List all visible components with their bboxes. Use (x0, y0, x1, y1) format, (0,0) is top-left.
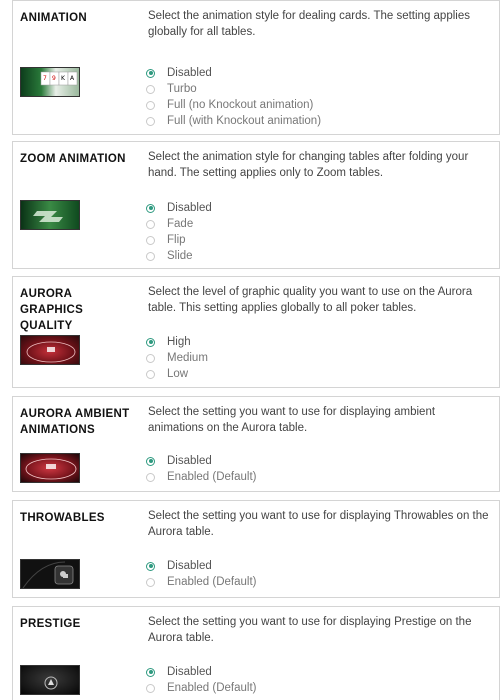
setting-description: Select the animation style for dealing c… (148, 10, 470, 38)
setting-card-aurora-ambient-animations: AURORA AMBIENT ANIMATIONS Select the set… (12, 396, 500, 492)
radio-label: Fade (167, 218, 194, 230)
radio-label: Enabled (Default) (167, 682, 257, 694)
throwables-preview-image (20, 559, 80, 589)
radio-label: Disabled (167, 202, 212, 214)
svg-text:7: 7 (43, 75, 47, 82)
radio-option-low[interactable]: Low (146, 366, 208, 382)
radio-option-fade[interactable]: Fade (146, 216, 212, 232)
setting-card-aurora-graphics-quality: AURORA GRAPHICS QUALITY Select the level… (12, 276, 500, 388)
radio-unselected-icon[interactable] (146, 353, 155, 363)
radio-label: Disabled (167, 455, 212, 467)
radio-group-aurora-graphics-quality: High Medium Low (146, 334, 208, 382)
setting-card-throwables: THROWABLES Select the setting you want t… (12, 500, 500, 598)
radio-option-flip[interactable]: Flip (146, 232, 212, 248)
radio-group-aurora-ambient-animations: Disabled Enabled (Default) (146, 453, 257, 485)
svg-text:9: 9 (52, 75, 56, 82)
radio-option-disabled[interactable]: Disabled (146, 453, 257, 469)
radio-option-turbo[interactable]: Turbo (146, 81, 321, 97)
radio-unselected-icon[interactable] (146, 116, 155, 126)
radio-group-animation: Disabled Turbo Full (no Knockout animati… (146, 65, 321, 129)
radio-unselected-icon[interactable] (146, 235, 155, 245)
radio-unselected-icon[interactable] (146, 577, 155, 587)
radio-selected-icon[interactable] (146, 667, 155, 677)
radio-unselected-icon[interactable] (146, 369, 155, 379)
radio-unselected-icon[interactable] (146, 84, 155, 94)
radio-selected-icon[interactable] (146, 561, 155, 571)
setting-description: Select the setting you want to use for d… (148, 616, 472, 644)
radio-option-enabled-default[interactable]: Enabled (Default) (146, 680, 257, 696)
radio-group-throwables: Disabled Enabled (Default) (146, 558, 257, 590)
setting-title: AURORA AMBIENT ANIMATIONS (20, 408, 130, 436)
radio-label: Full (no Knockout animation) (167, 99, 314, 111)
radio-option-slide[interactable]: Slide (146, 248, 212, 264)
radio-option-full-no-knockout[interactable]: Full (no Knockout animation) (146, 97, 321, 113)
radio-option-enabled-default[interactable]: Enabled (Default) (146, 574, 257, 590)
radio-option-high[interactable]: High (146, 334, 208, 350)
radio-option-disabled[interactable]: Disabled (146, 65, 321, 81)
radio-unselected-icon[interactable] (146, 472, 155, 482)
prestige-preview-image (20, 665, 80, 695)
radio-option-disabled[interactable]: Disabled (146, 200, 212, 216)
setting-title: ZOOM ANIMATION (20, 153, 126, 165)
radio-label: Medium (167, 352, 208, 364)
setting-card-animation: ANIMATION Select the animation style for… (12, 0, 500, 135)
setting-title: THROWABLES (20, 512, 105, 524)
setting-card-prestige: PRESTIGE Select the setting you want to … (12, 606, 500, 700)
radio-unselected-icon[interactable] (146, 219, 155, 229)
setting-card-zoom-animation: ZOOM ANIMATION Select the animation styl… (12, 141, 500, 269)
setting-description: Select the level of graphic quality you … (148, 286, 473, 314)
radio-selected-icon[interactable] (146, 337, 155, 347)
radio-option-disabled[interactable]: Disabled (146, 558, 257, 574)
radio-group-zoom-animation: Disabled Fade Flip Slide (146, 200, 212, 264)
radio-option-medium[interactable]: Medium (146, 350, 208, 366)
zoom-preview-image (20, 200, 80, 230)
radio-unselected-icon[interactable] (146, 251, 155, 261)
radio-label: Low (167, 368, 189, 380)
setting-title: ANIMATION (20, 12, 88, 24)
radio-label: Disabled (167, 666, 212, 678)
radio-label: Turbo (167, 83, 197, 95)
setting-description: Select the animation style for changing … (148, 151, 469, 179)
radio-option-disabled[interactable]: Disabled (146, 664, 257, 680)
setting-description: Select the setting you want to use for d… (148, 406, 436, 434)
radio-selected-icon[interactable] (146, 456, 155, 466)
radio-unselected-icon[interactable] (146, 683, 155, 693)
animation-preview-image: 7 9 K A (20, 67, 80, 97)
radio-label: Full (with Knockout animation) (167, 115, 322, 127)
radio-unselected-icon[interactable] (146, 100, 155, 110)
radio-label: Disabled (167, 67, 212, 79)
radio-group-prestige: Disabled Enabled (Default) (146, 664, 257, 696)
radio-label: Enabled (Default) (167, 576, 257, 588)
setting-title: AURORA GRAPHICS QUALITY (20, 288, 84, 332)
radio-label: Enabled (Default) (167, 471, 257, 483)
aurora-ambient-preview-image (20, 453, 80, 483)
setting-description: Select the setting you want to use for d… (148, 510, 489, 538)
radio-label: Slide (167, 250, 193, 262)
radio-selected-icon[interactable] (146, 68, 155, 78)
aurora-table-preview-image (20, 335, 80, 365)
radio-label: High (167, 336, 191, 348)
radio-option-enabled-default[interactable]: Enabled (Default) (146, 469, 257, 485)
radio-selected-icon[interactable] (146, 203, 155, 213)
radio-label: Disabled (167, 560, 212, 572)
radio-label: Flip (167, 234, 186, 246)
radio-option-full-with-knockout[interactable]: Full (with Knockout animation) (146, 113, 321, 129)
setting-title: PRESTIGE (20, 618, 81, 630)
